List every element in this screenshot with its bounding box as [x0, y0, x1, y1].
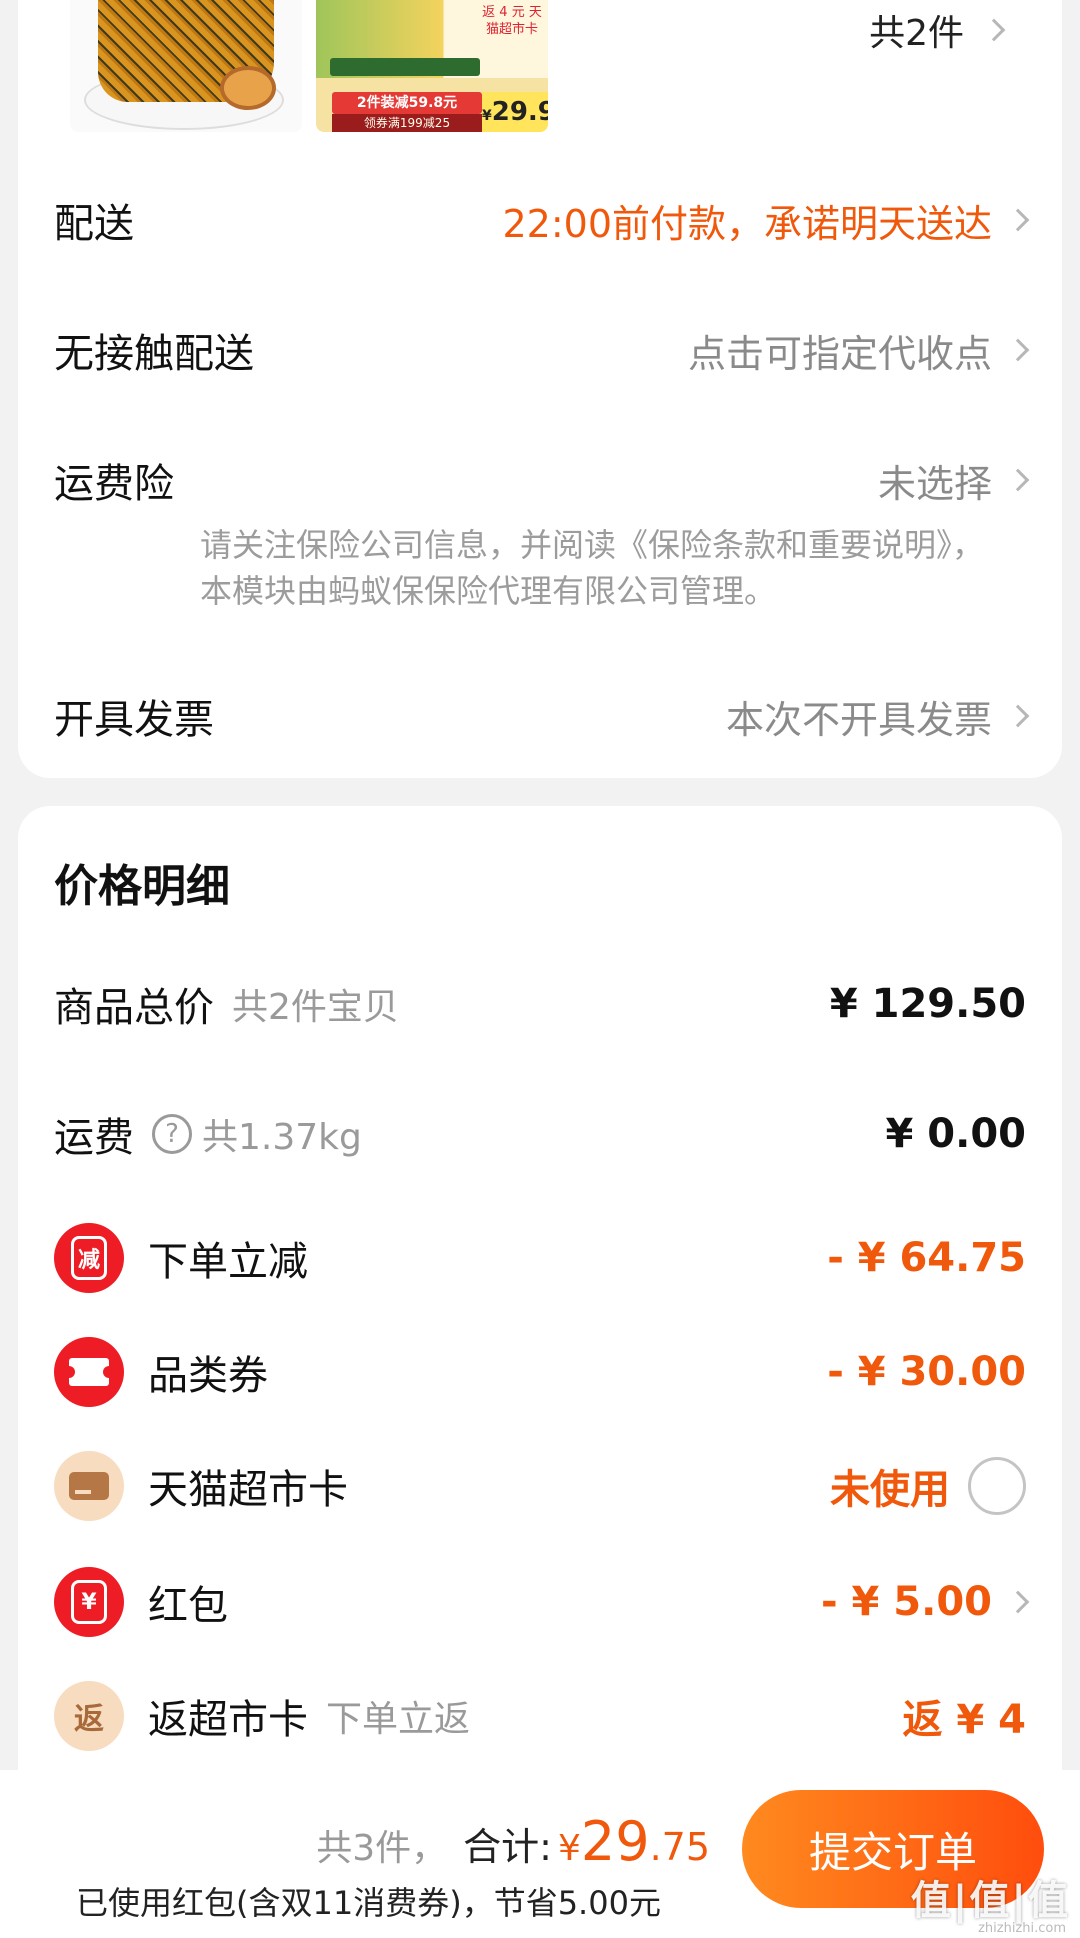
shipping-fee-row: 运费 ? 共1.37kg ¥ 0.00 [54, 1104, 1026, 1164]
cashback-card-label: 返超市卡 [148, 1697, 308, 1743]
tmall-card-label: 天猫超市卡 [148, 1467, 348, 1513]
summary-total-label: 合计: [463, 1825, 552, 1869]
promo-strip [330, 58, 480, 76]
cashback-icon: 返 [54, 1681, 124, 1751]
category-coupon-label-group: 品类券 [54, 1337, 268, 1407]
thumb-price-value: 29.9 [491, 97, 548, 127]
instant-discount-row: 减 下单立减 - ¥ 64.75 [54, 1218, 1026, 1298]
invoice-row[interactable]: 开具发票 本次不开具发票 [54, 686, 1030, 746]
shipping-fee-amount: ¥ 0.00 [885, 1111, 1026, 1157]
bottom-bar: 共3件， 合计: ¥ 29 .75 已使用红包(含双11消费券)，节省5.00元… [0, 1770, 1080, 1938]
goods-total-label: 商品总价 [54, 985, 214, 1031]
category-coupon-label: 品类券 [148, 1353, 268, 1399]
thumb-price: ¥29.9 [482, 92, 548, 132]
chevron-right-icon [1006, 208, 1030, 232]
instant-discount-amount: - ¥ 64.75 [827, 1235, 1026, 1281]
invoice-value-group: 本次不开具发票 [725, 689, 1030, 744]
chevron-right-icon [1006, 338, 1030, 362]
discount-icon: 减 [54, 1223, 124, 1293]
shipping-fee-label: 运费 [54, 1115, 134, 1161]
summary-total-integer: 29 [580, 1810, 650, 1873]
coupon-shape [63, 1358, 115, 1386]
instant-discount-label-group: 减 下单立减 [54, 1223, 308, 1293]
savings-note: 已使用红包(含双11消费券)，节省5.00元 [76, 1884, 661, 1922]
summary-count: 共3件， [316, 1828, 448, 1869]
contactless-label: 无接触配送 [54, 331, 254, 377]
shipping-insurance-row[interactable]: 运费险 未选择 [54, 450, 1030, 510]
category-coupon-amount: - ¥ 30.00 [827, 1349, 1026, 1395]
tmall-card-label-group: 天猫超市卡 [54, 1451, 348, 1521]
contactless-value: 点击可指定代收点 [687, 331, 992, 376]
item-count-link[interactable]: 共2件 [869, 4, 1006, 56]
red-packet-icon: ¥ [54, 1567, 124, 1637]
question-mark-icon[interactable]: ? [152, 1114, 192, 1154]
tmall-card-radio[interactable] [968, 1457, 1026, 1515]
summary-currency: ¥ [557, 1828, 581, 1869]
chevron-right-icon [1006, 704, 1030, 728]
red-packet-amount: - ¥ 5.00 [821, 1579, 992, 1625]
invoice-label: 开具发票 [54, 697, 214, 743]
price-detail-card: 价格明细 商品总价 共2件宝贝 ¥ 129.50 运费 ? 共1.37kg ¥ … [18, 806, 1062, 1806]
red-packet-label: 红包 [148, 1583, 228, 1629]
shipping-weight: 共1.37kg [202, 1117, 362, 1158]
insurance-note: 请关注保险公司信息，并阅读《保险条款和重要说明》，本模块由蚂蚁保保险代理有限公司… [200, 526, 985, 610]
order-summary: 共3件， 合计: ¥ 29 .75 [316, 1810, 710, 1873]
delivery-label: 配送 [54, 201, 134, 247]
shipping-insurance-label: 运费险 [54, 461, 174, 507]
card-icon [54, 1451, 124, 1521]
chevron-right-icon [1006, 468, 1030, 492]
tmall-card-status: 未使用 [830, 1467, 950, 1513]
order-card: 返 4 元 天猫超市卡 2件装减59.8元 领券满199减25 ¥29.9 共2… [18, 0, 1062, 778]
chevron-right-icon [1006, 1590, 1030, 1614]
card-shape [69, 1472, 109, 1500]
item-count: 共2件 [869, 13, 964, 54]
summary-total-decimal: .75 [649, 1825, 710, 1869]
goods-total-label-group: 商品总价 共2件宝贝 [54, 975, 399, 1033]
red-packet-icon-text: ¥ [71, 1580, 107, 1624]
tmall-card-status-group: 未使用 [830, 1457, 1026, 1515]
thumb-promo-label: 2件装减59.8元 [332, 92, 482, 114]
shipping-fee-label-group: 运费 ? 共1.37kg [54, 1105, 362, 1163]
goods-total-amount: ¥ 129.50 [829, 981, 1026, 1027]
contactless-value-group: 点击可指定代收点 [687, 323, 1030, 378]
shipping-insurance-value-group: 未选择 [877, 453, 1030, 508]
delivery-row[interactable]: 配送 22:00前付款，承诺明天送达 [54, 190, 1030, 250]
coupon-icon [54, 1337, 124, 1407]
invoice-value: 本次不开具发票 [725, 697, 992, 742]
egg-yolk-graphic [220, 66, 276, 110]
instant-discount-label: 下单立减 [148, 1239, 308, 1285]
goods-total-sub: 共2件宝贝 [232, 987, 399, 1028]
delivery-value-group: 22:00前付款，承诺明天送达 [502, 193, 1030, 248]
cashback-card-row: 返 返超市卡 下单立返 返 ¥ 4 [54, 1676, 1026, 1756]
product-thumbnail-1[interactable] [70, 0, 302, 132]
red-packet-amount-group: - ¥ 5.00 [821, 1579, 1030, 1625]
watermark-url: zhizhizhi.com [978, 1921, 1066, 1936]
discount-icon-text: 减 [71, 1236, 107, 1280]
goods-total-row: 商品总价 共2件宝贝 ¥ 129.50 [54, 974, 1026, 1034]
red-packet-label-group: ¥ 红包 [54, 1567, 228, 1637]
thumb-coupon-label: 领券满199减25 [332, 114, 482, 132]
chevron-right-icon [982, 18, 1006, 42]
cashback-card-amount: 返 ¥ 4 [902, 1697, 1026, 1743]
tmall-card-row[interactable]: 天猫超市卡 未使用 [54, 1446, 1026, 1526]
shipping-insurance-value: 未选择 [877, 461, 992, 506]
thumb-price-symbol: ¥ [482, 108, 492, 124]
thumb-side-text: 返 4 元 天猫超市卡 [482, 5, 542, 37]
price-detail-title: 价格明细 [54, 861, 230, 912]
red-packet-row[interactable]: ¥ 红包 - ¥ 5.00 [54, 1562, 1030, 1642]
contactless-delivery-row[interactable]: 无接触配送 点击可指定代收点 [54, 320, 1030, 380]
cashback-card-sub: 下单立返 [326, 1699, 471, 1740]
watermark-logo: 值|值|值 [910, 1878, 1070, 1924]
product-thumbnail-2[interactable]: 返 4 元 天猫超市卡 2件装减59.8元 领券满199减25 ¥29.9 [316, 0, 548, 132]
category-coupon-row[interactable]: 品类券 - ¥ 30.00 [54, 1332, 1026, 1412]
cashback-card-label-group: 返 返超市卡 下单立返 [54, 1681, 470, 1751]
delivery-value: 22:00前付款，承诺明天送达 [502, 201, 992, 246]
